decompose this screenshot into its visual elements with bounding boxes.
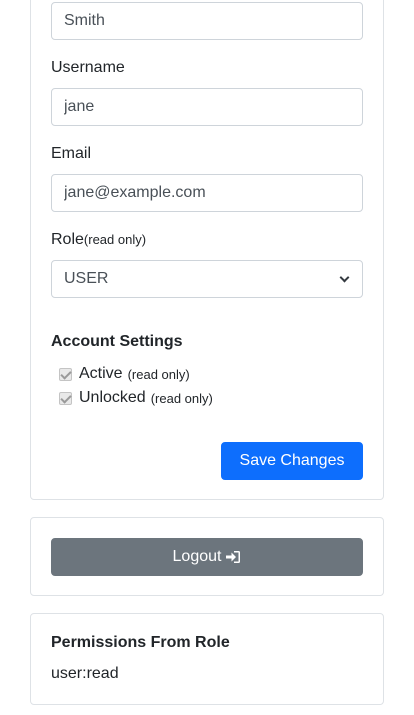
active-checkbox[interactable] <box>59 367 72 381</box>
email-input[interactable] <box>51 174 363 212</box>
permissions-title: Permissions From Role <box>51 634 230 651</box>
active-label: Active <box>79 365 123 382</box>
logout-label: Logout <box>172 548 222 565</box>
logout-button[interactable]: Logout <box>51 538 363 576</box>
permission-item: user:read <box>51 665 119 682</box>
role-read-only-note: (read only) <box>83 232 147 247</box>
sign-in-icon <box>226 551 241 563</box>
unlocked-checkbox-row: Unlocked (read only) <box>59 389 213 407</box>
chevron-down-icon <box>339 272 350 282</box>
role-select-value: USER <box>64 270 109 287</box>
unlocked-checkbox[interactable] <box>59 391 72 405</box>
email-label: Email <box>51 145 92 162</box>
save-changes-button[interactable]: Save Changes <box>221 442 363 480</box>
username-label: Username <box>51 59 125 76</box>
account-settings-title: Account Settings <box>51 333 183 350</box>
unlocked-read-only-note: (read only) <box>150 390 213 406</box>
last-name-input[interactable] <box>51 2 363 40</box>
role-select[interactable]: USER <box>51 260 363 298</box>
username-input[interactable] <box>51 88 363 126</box>
active-read-only-note: (read only) <box>127 366 190 382</box>
permissions-card <box>30 613 384 705</box>
role-label: Role(read only) <box>51 231 146 249</box>
active-checkbox-row: Active (read only) <box>59 365 190 383</box>
unlocked-label: Unlocked <box>79 389 146 406</box>
role-label-text: Role <box>51 231 84 248</box>
